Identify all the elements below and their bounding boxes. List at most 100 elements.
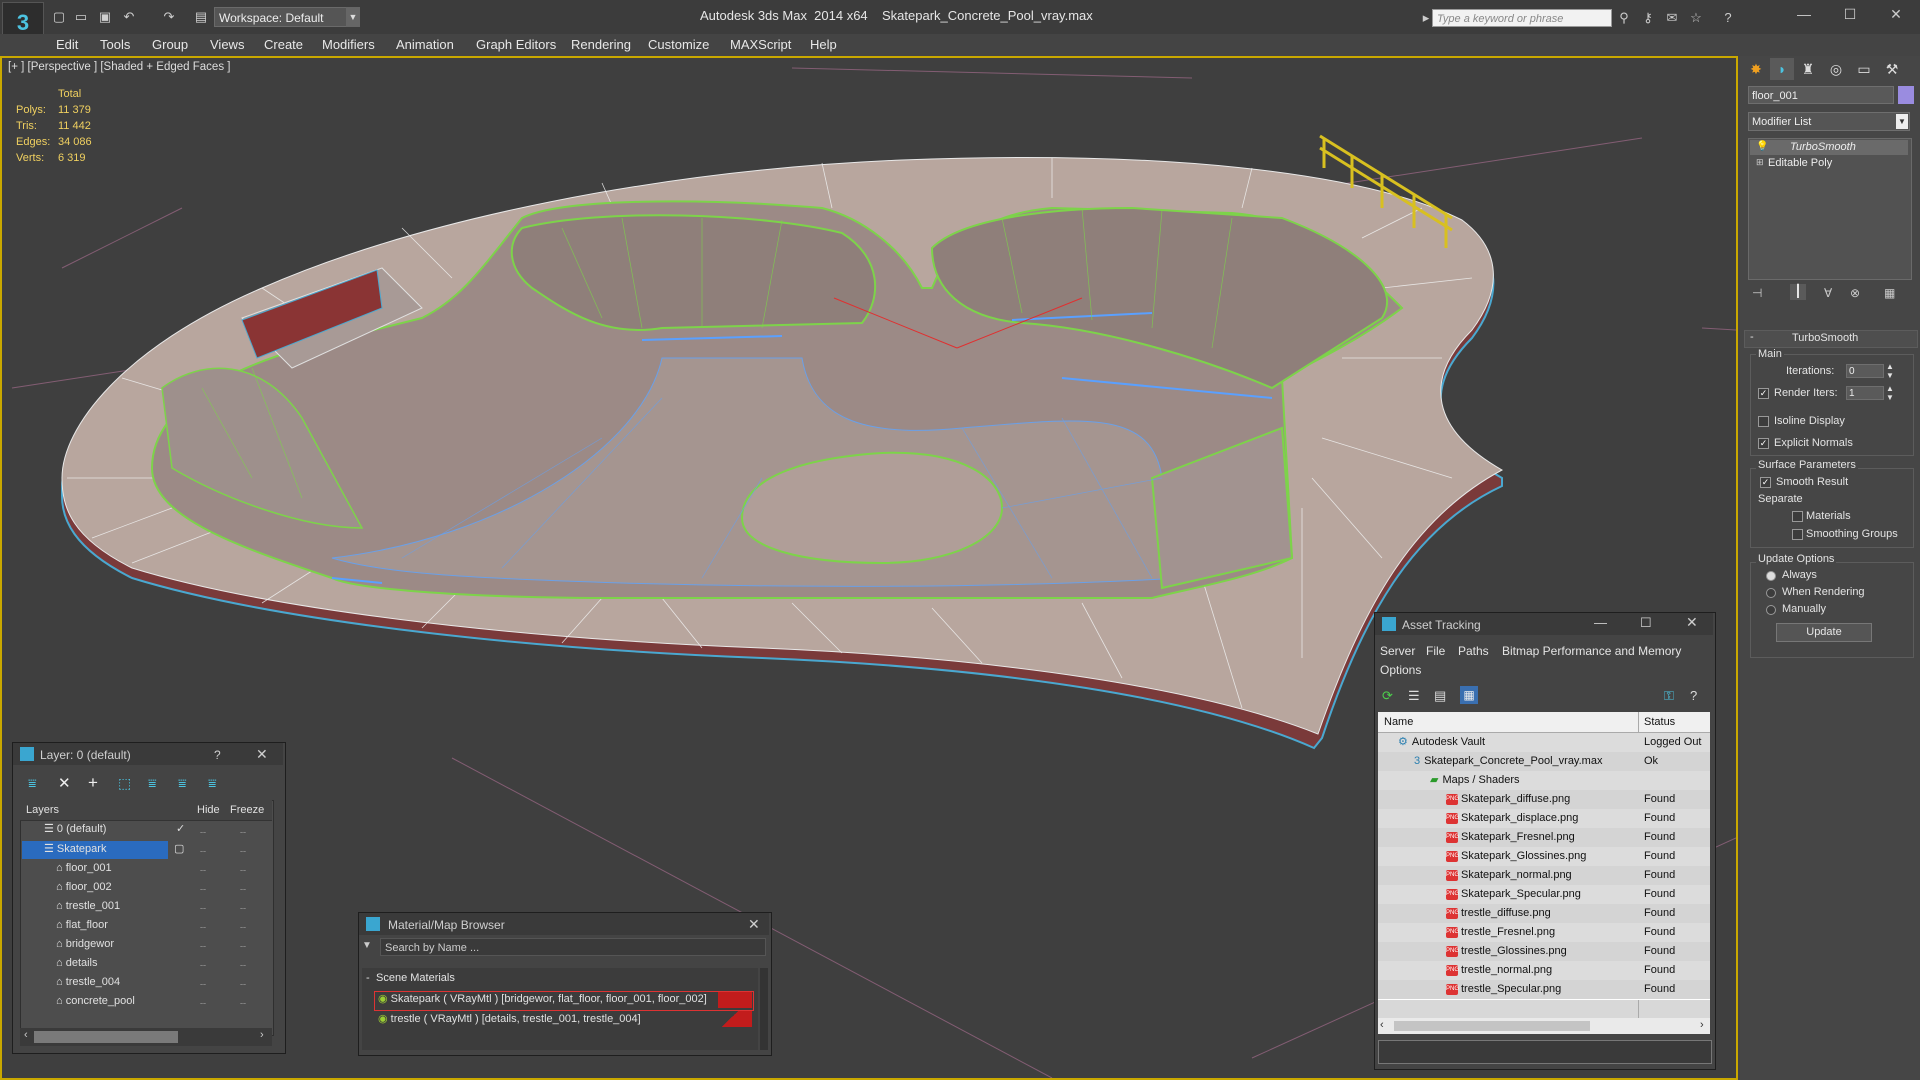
menu-help[interactable]: Help <box>810 37 837 52</box>
motion-tab-icon[interactable]: ◎ <box>1824 58 1848 80</box>
project-folder-icon[interactable]: ▤ <box>192 8 210 26</box>
scrollbar-thumb[interactable] <box>34 1031 178 1043</box>
make-unique-icon[interactable]: ∀ <box>1824 286 1832 300</box>
help-icon[interactable]: ? <box>1720 10 1736 26</box>
close-icon[interactable]: ✕ <box>748 916 760 933</box>
object-row-floor-001[interactable]: ⌂ floor_001 <box>56 859 112 878</box>
workspace-dropdown[interactable]: Workspace: Default <box>214 7 354 27</box>
menu-rendering[interactable]: Rendering <box>571 37 631 52</box>
object-row-bridgewor[interactable]: ⌂ bridgewor <box>56 935 114 954</box>
scroll-left-icon[interactable]: ‹ <box>1380 1019 1384 1031</box>
asset-menu-bitmap-performance[interactable]: Bitmap Performance and Memory <box>1502 644 1681 658</box>
list-view-icon[interactable]: ☰ <box>1408 688 1420 704</box>
freeze-all-layers-icon[interactable]: ⩸ <box>208 775 217 792</box>
column-layers[interactable]: Layers <box>26 801 59 820</box>
maximize-icon[interactable]: ☐ <box>1830 4 1870 24</box>
close-icon[interactable]: ✕ <box>256 746 268 763</box>
object-row-details[interactable]: ⌂ details <box>56 954 98 973</box>
set-current-layer-icon[interactable]: ▢ <box>174 840 184 859</box>
communication-icon[interactable]: ✉ <box>1664 10 1680 26</box>
menu-create[interactable]: Create <box>264 37 303 52</box>
render-iters-checkbox[interactable]: ✓ <box>1758 388 1769 399</box>
smooth-result-checkbox[interactable]: ✓ <box>1760 477 1771 488</box>
object-row-trestle-001[interactable]: ⌂ trestle_001 <box>56 897 120 916</box>
spinner-arrows-icon[interactable]: ▲ ▼ <box>1886 384 1894 402</box>
menu-modifiers[interactable]: Modifiers <box>322 37 375 52</box>
object-row-concrete-pool[interactable]: ⌂ concrete_pool <box>56 992 135 1011</box>
asset-row[interactable] <box>1378 771 1710 791</box>
object-color-swatch[interactable] <box>1898 86 1914 104</box>
material-item-skatepark[interactable]: ◉ Skatepark ( VRayMtl ) [bridgewor, flat… <box>378 990 707 1009</box>
material-item-trestle[interactable]: ◉ trestle ( VRayMtl ) [details, trestle_… <box>378 1010 641 1029</box>
lightbulb-icon[interactable]: 💡 <box>1756 141 1768 152</box>
vault-login-icon[interactable]: ⚿ <box>1664 688 1674 704</box>
menu-customize[interactable]: Customize <box>648 37 709 52</box>
column-freeze[interactable]: Freeze <box>230 801 264 820</box>
asset-menu-server[interactable]: Server <box>1380 644 1415 658</box>
hide-toggles[interactable]: ╌ ╌ ╌ ╌ ╌ ╌ ╌ ╌ ╌ ╌ <box>200 824 206 1014</box>
search-by-name-input[interactable]: Search by Name ... <box>380 938 766 956</box>
open-file-icon[interactable]: ▭ <box>72 8 90 26</box>
menu-edit[interactable]: Edit <box>56 37 78 52</box>
favorites-star-icon[interactable]: ☆ <box>1688 10 1704 26</box>
new-file-icon[interactable]: ▢ <box>50 8 68 26</box>
object-name-field[interactable]: floor_001 <box>1748 86 1894 104</box>
menu-graph-editors[interactable]: Graph Editors <box>476 37 556 52</box>
column-name[interactable]: Name <box>1384 713 1413 732</box>
thumbnail-view-icon[interactable]: ▤ <box>1434 688 1446 704</box>
search-input[interactable]: Type a keyword or phrase <box>1432 9 1612 27</box>
layer-row-default[interactable]: ☰ 0 (default) <box>44 820 106 839</box>
collapse-icon[interactable]: - <box>1750 331 1754 343</box>
render-iters-spinner[interactable]: 1 <box>1846 386 1884 400</box>
save-icon[interactable]: ▣ <box>96 8 114 26</box>
when-rendering-radio[interactable] <box>1766 588 1776 598</box>
column-status[interactable]: Status <box>1644 713 1675 732</box>
object-row-floor-002[interactable]: ⌂ floor_002 <box>56 878 112 897</box>
menu-maxscript[interactable]: MAXScript <box>730 37 791 52</box>
always-radio[interactable] <box>1766 571 1776 581</box>
stack-item-turbosmooth[interactable]: TurboSmooth <box>1790 141 1856 153</box>
scroll-right-icon[interactable]: › <box>260 1029 264 1041</box>
minimize-icon[interactable]: — <box>1784 4 1824 24</box>
expand-icon[interactable]: ⊞ <box>1756 157 1764 168</box>
active-layer-check-icon[interactable]: ✓ <box>176 820 185 839</box>
hierarchy-tab-icon[interactable]: ♜ <box>1796 58 1820 80</box>
column-hide[interactable]: Hide <box>197 801 220 820</box>
highlight-selected-layer-icon[interactable]: ⩸ <box>148 775 157 792</box>
utilities-tab-icon[interactable]: ⚒ <box>1880 58 1904 80</box>
refresh-icon[interactable]: ⟳ <box>1382 688 1393 704</box>
menu-group[interactable]: Group <box>152 37 188 52</box>
manually-radio[interactable] <box>1766 605 1776 615</box>
asset-help-icon[interactable]: ? <box>1690 688 1697 703</box>
options-dropdown-icon[interactable]: ▼ <box>362 940 372 951</box>
chevron-down-icon[interactable]: ▼ <box>1896 114 1908 129</box>
scene-materials-group[interactable]: Scene Materials <box>376 972 455 984</box>
binoculars-icon[interactable]: ⚲ <box>1616 10 1632 26</box>
asset-menu-file[interactable]: File <box>1426 644 1445 658</box>
display-tab-icon[interactable]: ▭ <box>1852 58 1876 80</box>
scroll-left-icon[interactable]: ‹ <box>24 1029 28 1041</box>
redo-icon[interactable]: ↷ <box>160 8 178 26</box>
hide-all-layers-icon[interactable]: ⩸ <box>178 775 187 792</box>
stack-item-editable-poly[interactable]: Editable Poly <box>1768 157 1832 169</box>
menu-tools[interactable]: Tools <box>100 37 130 52</box>
close-icon[interactable]: ✕ <box>1876 4 1916 24</box>
spinner-arrows-icon[interactable]: ▲ ▼ <box>1886 362 1894 380</box>
smoothing-groups-checkbox[interactable] <box>1792 529 1803 540</box>
key-icon[interactable]: ⚷ <box>1640 10 1656 26</box>
object-row-flat-floor[interactable]: ⌂ flat_floor <box>56 916 108 935</box>
modifier-list-dropdown[interactable]: Modifier List <box>1748 112 1910 131</box>
minimize-icon[interactable]: — <box>1594 615 1607 630</box>
pin-stack-icon[interactable]: ⊣ <box>1752 286 1762 300</box>
remove-modifier-icon[interactable]: ⊗ <box>1850 286 1860 300</box>
configure-sets-icon[interactable]: ▦ <box>1884 286 1895 300</box>
viewport-label[interactable]: [+ ] [Perspective ] [Shaded + Edged Face… <box>8 61 230 73</box>
menu-views[interactable]: Views <box>210 37 244 52</box>
create-tab-icon[interactable]: ✸ <box>1744 58 1768 80</box>
chevron-down-icon[interactable]: ▼ <box>346 7 360 27</box>
maximize-icon[interactable]: ☐ <box>1640 615 1652 631</box>
scroll-right-icon[interactable]: › <box>1700 1019 1704 1031</box>
scrollbar-thumb[interactable] <box>1394 1021 1590 1031</box>
create-layer-icon[interactable]: ⩸ <box>28 775 37 792</box>
asset-path-field[interactable] <box>1378 1040 1712 1064</box>
